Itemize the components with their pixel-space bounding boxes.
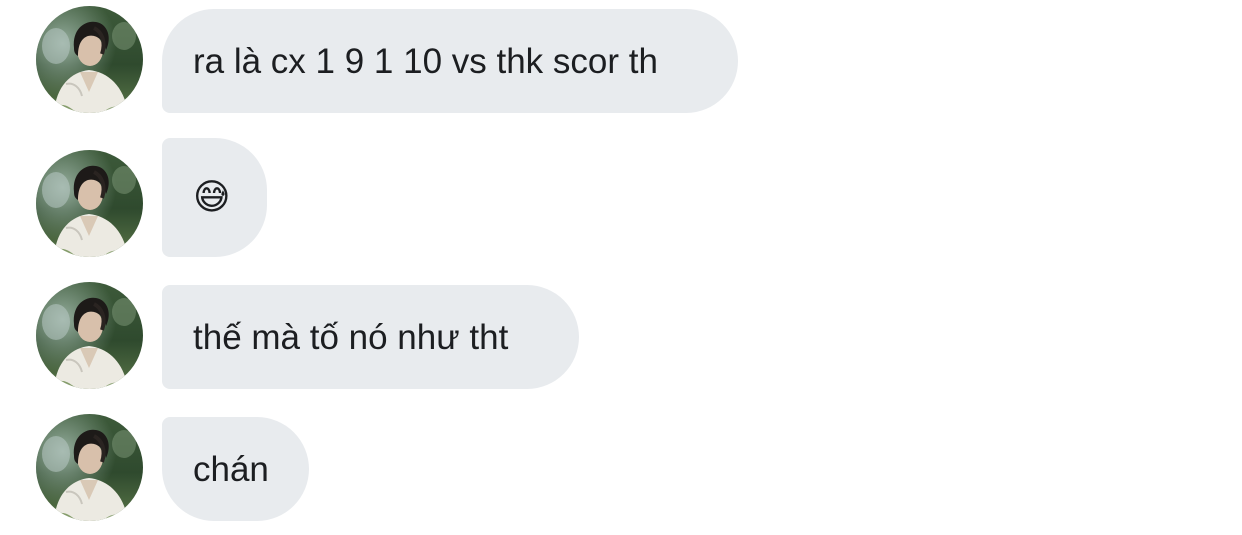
emoji-sweat-smile-icon: 😅 xyxy=(193,176,231,218)
avatar-image xyxy=(36,150,143,257)
avatar[interactable] xyxy=(36,6,143,113)
message-bubble[interactable]: ra là cx 1 9 1 10 vs thk scor th xyxy=(162,9,738,113)
message-bubble[interactable]: chán xyxy=(162,417,309,521)
message-bubble[interactable]: thế mà tố nó như tht xyxy=(162,285,579,389)
avatar[interactable] xyxy=(36,282,143,389)
avatar[interactable] xyxy=(36,414,143,521)
avatar-image xyxy=(36,414,143,521)
message-bubble[interactable]: 😅 xyxy=(162,138,267,257)
message-text: chán xyxy=(193,449,269,489)
avatar-image xyxy=(36,6,143,113)
message-text: ra là cx 1 9 1 10 vs thk scor th xyxy=(193,41,658,81)
message-text: thế mà tố nó như tht xyxy=(193,317,509,357)
avatar-image xyxy=(36,282,143,389)
avatar[interactable] xyxy=(36,150,143,257)
